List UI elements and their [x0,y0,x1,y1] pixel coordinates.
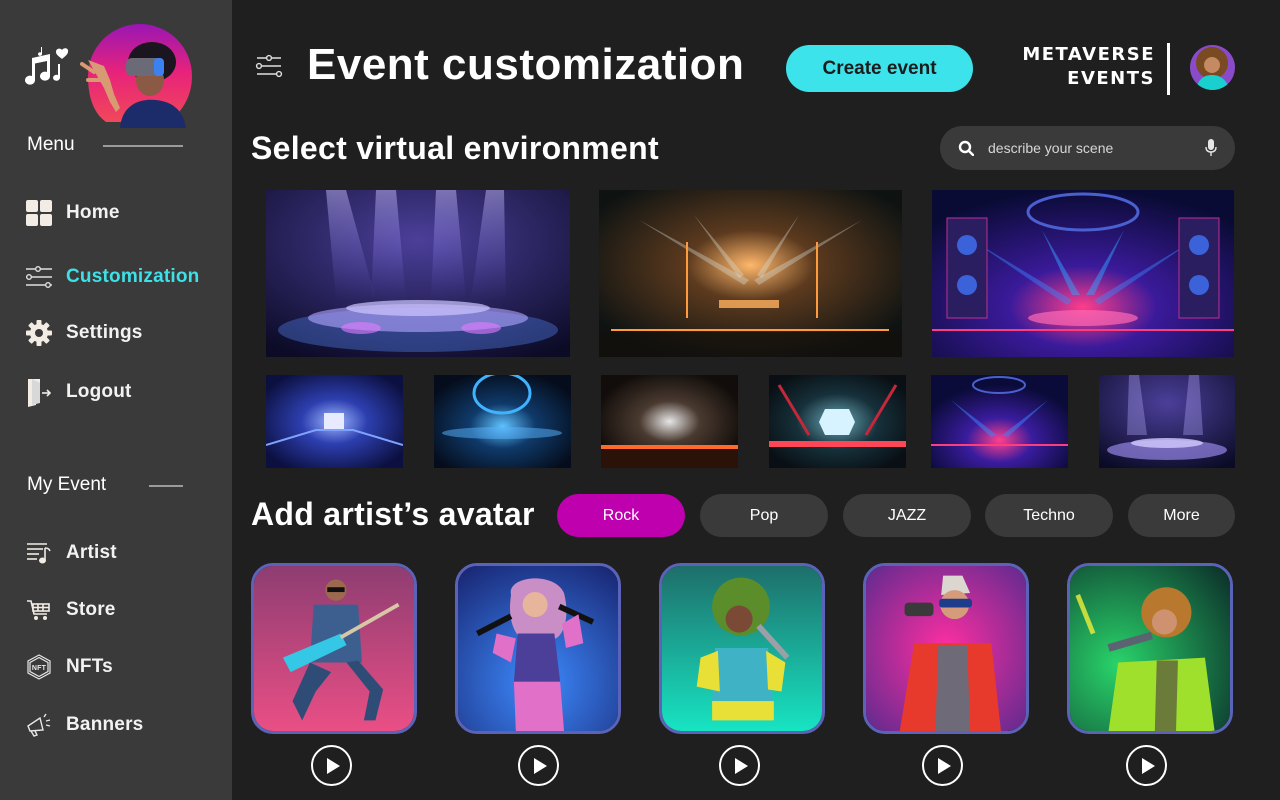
sidebar-item-label: Home [66,202,120,223]
sidebar-item-label: Logout [66,381,132,402]
scene-thumb-smoky-orange-hall[interactable] [601,375,738,468]
scene-search-input[interactable] [988,140,1205,156]
scene-thumb-blue-tunnel-stage[interactable] [266,375,403,468]
sidebar-item-nfts[interactable]: NFT NFTs [24,652,113,682]
environment-section-title: Select virtual environment [251,130,659,166]
door-exit-icon [24,377,54,407]
vr-user-hero-image [80,24,192,128]
microphone-icon[interactable] [1205,139,1217,157]
scene-thumb-pink-blue-concert-stage-small[interactable] [931,375,1068,468]
sidebar-item-artist[interactable]: Artist [24,538,117,568]
sidebar-item-home[interactable]: Home [24,198,120,228]
genre-chip-more[interactable]: More [1128,494,1235,537]
sidebar-item-label: Banners [66,714,144,735]
my-event-heading-label: My Event [27,474,107,495]
avatar-section-title: Add artist’s avatar [251,496,535,532]
filter-sliders-icon[interactable] [255,54,283,78]
music-list-icon [24,538,54,568]
menu-divider [103,145,183,147]
my-event-divider [149,485,183,487]
user-avatar[interactable] [1190,45,1235,90]
sidebar-item-label: Store [66,599,116,620]
search-icon [958,140,974,156]
artist-card-green-hair-singer[interactable] [659,563,825,734]
sidebar-item-store[interactable]: Store [24,595,116,625]
megaphone-icon [24,710,54,740]
sidebar-item-settings[interactable]: Settings [24,318,143,348]
scene-card-purple-round-stage[interactable] [266,190,570,357]
genre-chip-rock[interactable]: Rock [557,494,685,537]
artist-card-pink-singer[interactable] [455,563,621,734]
artist-card-guitarist[interactable] [251,563,417,734]
scene-card-pink-blue-concert-stage[interactable] [932,190,1234,357]
sidebar-item-label: Settings [66,322,143,343]
cart-icon [24,595,54,625]
play-preview-button-2[interactable] [518,745,559,786]
scene-thumb-blue-ring-arena[interactable] [434,375,571,468]
brand-line-1: METAVERSE [1022,44,1155,65]
scene-search-bar[interactable] [940,126,1235,170]
sidebar-item-label: Artist [66,542,117,563]
create-event-button[interactable]: Create event [786,45,973,92]
genre-chip-techno[interactable]: Techno [985,494,1113,537]
menu-heading: Menu [27,134,75,156]
menu-heading-label: Menu [27,134,75,155]
artist-card-red-jacket-singer[interactable] [863,563,1029,734]
play-preview-button-5[interactable] [1126,745,1167,786]
genre-chip-jazz[interactable]: JAZZ [843,494,971,537]
svg-text:NFT: NFT [32,665,47,672]
header-divider [1167,43,1170,95]
sliders-icon [24,262,54,292]
sidebar-item-banners[interactable]: Banners [24,710,143,740]
brand-line-2: EVENTS [1067,68,1155,89]
grid-icon [24,198,54,228]
music-notes-logo-icon [25,47,69,85]
brand-logo-text: METAVERSE EVENTS [980,43,1155,91]
scene-thumb-red-hexagon-portal[interactable] [769,375,906,468]
sidebar-item-customization[interactable]: Customization [24,262,200,292]
play-preview-button-3[interactable] [719,745,760,786]
scene-thumb-purple-round-stage-small[interactable] [1099,375,1235,468]
sidebar-item-label: Customization [66,266,200,287]
sidebar: Menu Home Customization Settings Logout … [0,0,232,800]
sidebar-item-logout[interactable]: Logout [24,377,132,407]
nft-hexagon-icon: NFT [24,652,54,682]
my-event-heading: My Event [27,474,106,496]
play-preview-button-4[interactable] [922,745,963,786]
page-title: Event customization [307,40,745,89]
scene-card-orange-neon-hall[interactable] [599,190,902,357]
gear-icon [24,318,54,348]
genre-chip-pop[interactable]: Pop [700,494,828,537]
play-preview-button-1[interactable] [311,745,352,786]
sidebar-item-label: NFTs [66,656,113,677]
artist-card-lime-jacket-singer[interactable] [1067,563,1233,734]
